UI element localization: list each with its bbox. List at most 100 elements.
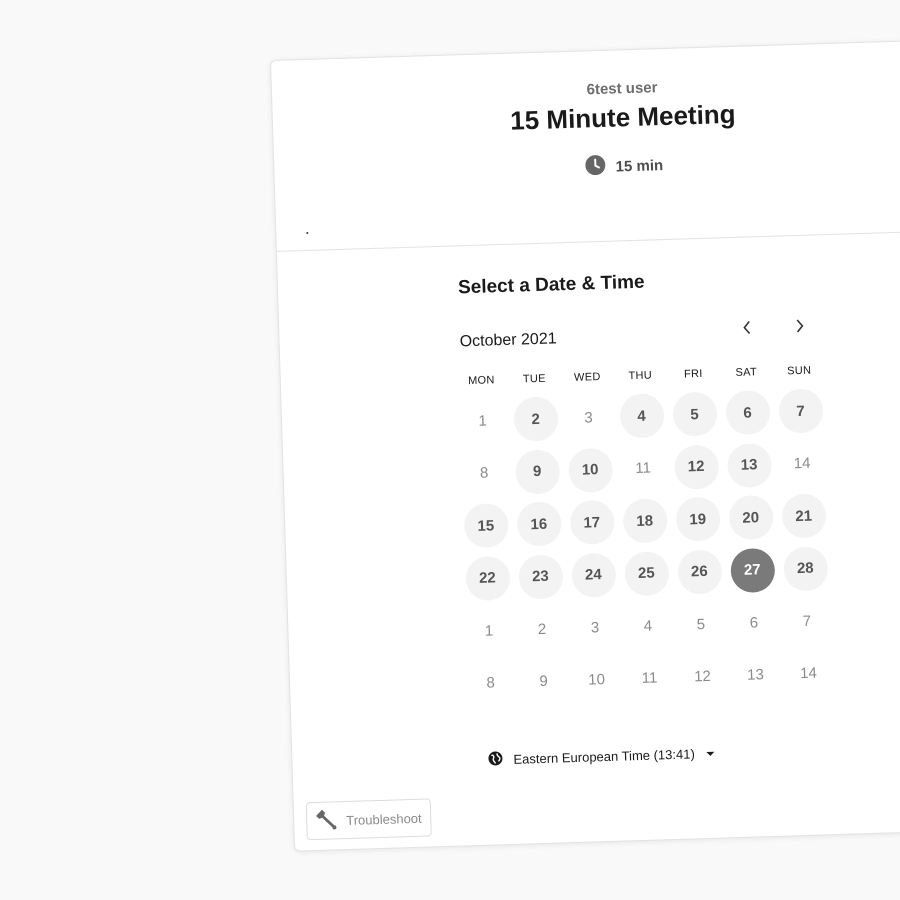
- unavailable-day: 11: [635, 459, 652, 478]
- calendar-cell: 11: [616, 441, 671, 495]
- unavailable-day: 6: [749, 614, 759, 632]
- calendar-cell: 7: [780, 594, 835, 648]
- calendar-cell: 21: [776, 489, 831, 543]
- calendar-cell: 6: [720, 386, 775, 440]
- calendar-cell: 2: [508, 392, 563, 446]
- available-day[interactable]: 12: [673, 444, 719, 490]
- troubleshoot-button[interactable]: Troubleshoot: [305, 798, 433, 841]
- unavailable-day: 13: [746, 666, 765, 684]
- caret-down-icon: [706, 751, 715, 756]
- unavailable-day: 2: [537, 620, 547, 638]
- weekday-sun: SUN: [787, 364, 812, 378]
- calendar-cell: 28: [778, 542, 833, 596]
- calendar-cell: 8: [457, 446, 512, 500]
- calendar-cell: 25: [619, 546, 674, 600]
- available-day[interactable]: 4: [618, 393, 665, 439]
- available-day[interactable]: 7: [777, 388, 824, 434]
- calendar-cell: 4: [614, 389, 669, 443]
- page: 6test user 15 Minute Meeting 15 min Sele…: [0, 0, 900, 900]
- unavailable-day: 14: [793, 454, 811, 473]
- weekday-fri: FRI: [683, 367, 703, 381]
- unavailable-day: 9: [539, 673, 549, 691]
- calendar-cell: 19: [670, 492, 725, 546]
- calendar-cell: 2: [515, 602, 570, 656]
- unavailable-day: 1: [484, 622, 494, 640]
- calendar-cell: 27: [725, 543, 780, 597]
- unavailable-day: 8: [486, 674, 496, 692]
- section-title: Select a Date & Time: [457, 271, 645, 299]
- calendar-cell: 24: [566, 548, 621, 602]
- available-day[interactable]: 24: [570, 552, 617, 598]
- unavailable-day: 10: [587, 671, 606, 689]
- available-day[interactable]: 2: [512, 396, 559, 442]
- unavailable-day: 4: [643, 617, 653, 635]
- unavailable-day: 3: [584, 409, 594, 427]
- previous-month-button[interactable]: [732, 314, 763, 345]
- calendar-cell: 15: [459, 499, 514, 553]
- unavailable-day: 7: [802, 612, 812, 630]
- available-day[interactable]: 20: [728, 495, 774, 541]
- unavailable-day: 11: [641, 669, 658, 688]
- weekday-wed: WED: [573, 371, 601, 384]
- available-day[interactable]: 18: [622, 498, 668, 544]
- calendar-cell: 9: [516, 655, 571, 709]
- month-label: October 2021: [459, 330, 557, 351]
- available-day[interactable]: 5: [671, 391, 718, 438]
- calendar-cell: 1: [462, 604, 517, 658]
- unavailable-day: 14: [799, 664, 818, 683]
- unavailable-day: 1: [478, 412, 488, 430]
- weekday-thu: THU: [628, 369, 653, 383]
- calendar-cell: 1: [455, 394, 510, 448]
- weekday-header-row: MON TUE WED THU FRI SAT SUN: [455, 364, 826, 387]
- calendar-cell: 10: [569, 653, 624, 707]
- calendar-cell: 22: [460, 551, 515, 605]
- available-day[interactable]: 22: [464, 555, 511, 602]
- available-day[interactable]: 19: [675, 496, 721, 543]
- available-day[interactable]: 15: [463, 503, 509, 549]
- scheduling-card: 6test user 15 Minute Meeting 15 min Sele…: [270, 38, 900, 852]
- selected-day[interactable]: 27: [729, 547, 775, 593]
- calendar-cell: 26: [672, 545, 727, 599]
- calendar-cell: 14: [781, 647, 836, 701]
- available-day[interactable]: 13: [726, 442, 772, 488]
- available-day[interactable]: 26: [676, 549, 722, 595]
- calendar-cell: 11: [622, 651, 677, 705]
- available-day[interactable]: 23: [517, 554, 564, 600]
- chevron-right-icon: [793, 317, 806, 338]
- weekday-mon: MON: [467, 374, 495, 388]
- calendar-cell: 20: [723, 491, 778, 545]
- calendar-cell: 23: [513, 550, 568, 604]
- available-day[interactable]: 16: [516, 501, 562, 547]
- available-day[interactable]: 28: [782, 545, 828, 592]
- calendar-cell: 17: [564, 496, 619, 550]
- available-day[interactable]: 17: [569, 499, 615, 546]
- calendar-cell: 5: [667, 387, 722, 441]
- available-day[interactable]: 9: [514, 449, 560, 495]
- available-day[interactable]: 6: [724, 390, 771, 436]
- event-header: 6test user 15 Minute Meeting 15 min: [271, 40, 900, 251]
- calendar-cell: 16: [512, 497, 567, 551]
- next-month-button[interactable]: [784, 313, 815, 344]
- weekday-tue: TUE: [522, 372, 546, 386]
- calendar-cell: 3: [568, 601, 623, 655]
- calendar-cell: 7: [773, 384, 828, 438]
- calendar-cell: 14: [775, 437, 830, 491]
- chevron-left-icon: [741, 319, 754, 340]
- calendar-cell: 5: [674, 597, 729, 651]
- calendar-grid: 1 2 3 4 5 6 7 8 9 10 11 12 13 14 15 16 17 18 19 20 21 22 23 24 2…: [455, 384, 835, 710]
- timezone-selector[interactable]: Eastern European Time (13:41): [487, 744, 715, 770]
- wrench-icon: [316, 808, 339, 834]
- unavailable-day: 5: [696, 615, 706, 633]
- separator-dot: [306, 231, 309, 234]
- clock-icon: [585, 155, 606, 180]
- calendar-cell: 4: [621, 599, 676, 653]
- available-day[interactable]: 21: [781, 493, 827, 539]
- event-duration: 15 min: [274, 144, 900, 189]
- unavailable-day: 3: [590, 618, 600, 637]
- globe-icon: [487, 750, 504, 769]
- available-day[interactable]: 10: [567, 447, 613, 493]
- calendar-cell: 13: [722, 438, 777, 492]
- available-day[interactable]: 25: [623, 550, 670, 597]
- calendar-cell: 10: [563, 443, 618, 497]
- unavailable-day: 12: [693, 668, 712, 686]
